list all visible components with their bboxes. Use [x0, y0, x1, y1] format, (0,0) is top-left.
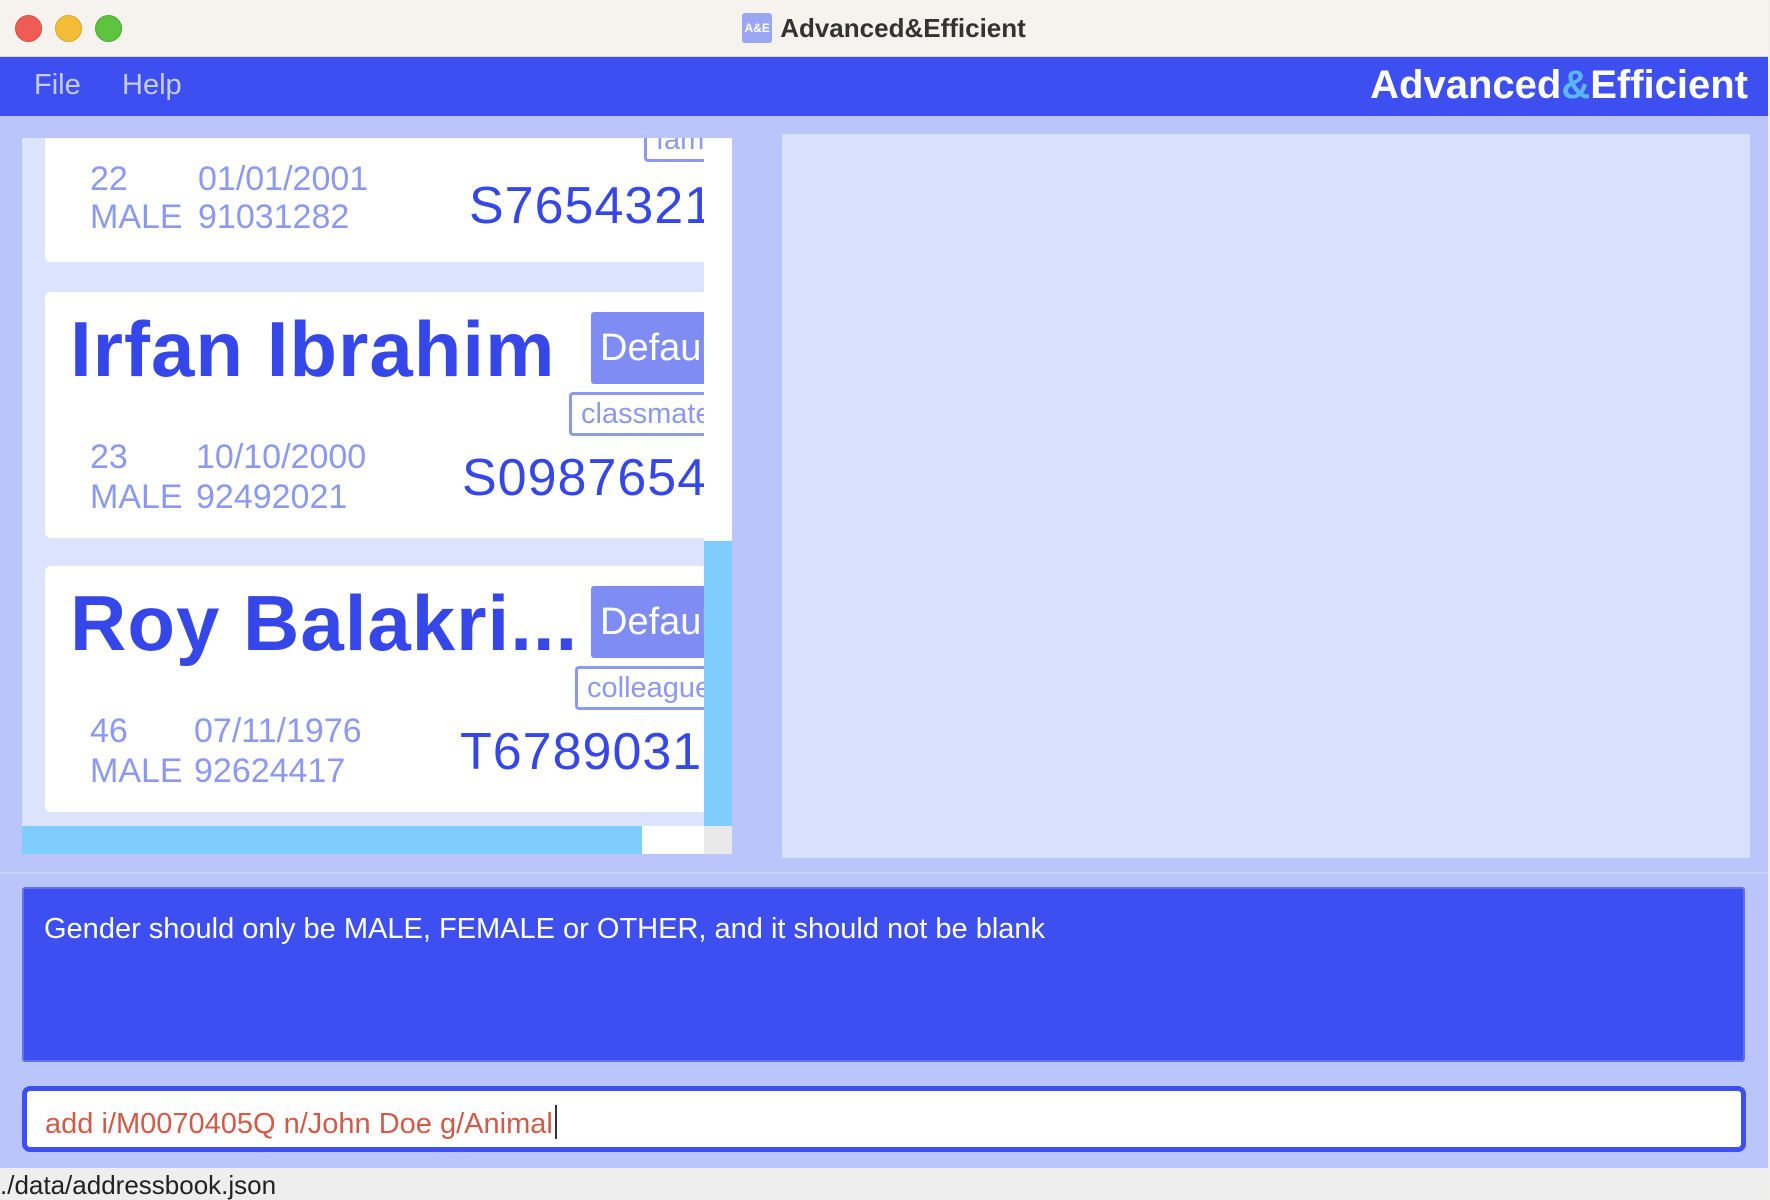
window-title: Advanced&Efficient — [780, 12, 1026, 43]
person-tag: colleague — [575, 666, 725, 710]
section-divider — [0, 872, 1768, 874]
brand-logo: Advanced&Efficient — [1370, 63, 1748, 108]
person-nric: S0987654E — [462, 449, 725, 507]
person-card[interactable]: Roy Balakri... Default colleague 46 MALE… — [45, 566, 725, 812]
person-card[interactable]: Irfan Ibrahim Default classmate 23 MALE … — [45, 292, 725, 538]
person-gender: MALE — [90, 198, 183, 236]
brand-part2: Efficient — [1590, 63, 1748, 107]
command-input-text[interactable]: add i/M0070405Q n/John Doe g/Animal — [45, 1105, 557, 1141]
detail-panel — [782, 134, 1750, 858]
person-dob: 01/01/2001 — [198, 160, 369, 198]
person-phone: 91031282 — [198, 198, 350, 236]
person-nric: T6789031Q — [460, 723, 725, 781]
person-dob: 10/10/2000 — [196, 438, 367, 476]
window-title-group: A&E Advanced&Efficient — [0, 10, 1768, 46]
command-value: add i/M0070405Q n/John Doe g/Animal — [45, 1108, 553, 1140]
person-age: 23 — [90, 438, 128, 476]
person-dob: 07/11/1976 — [194, 712, 362, 750]
app-icon: A&E — [742, 13, 773, 43]
brand-ampersand: & — [1561, 63, 1591, 107]
person-age: 22 — [90, 160, 128, 198]
menu-help[interactable]: Help — [122, 69, 182, 102]
person-name: Irfan Ibrahim — [70, 305, 556, 393]
title-bar: A&E Advanced&Efficient — [0, 0, 1768, 57]
person-name: Roy Balakri... — [70, 579, 579, 667]
person-gender: MALE — [90, 752, 183, 790]
person-phone: 92624417 — [194, 752, 346, 790]
app-window: A&E Advanced&Efficient File Help Advance… — [0, 0, 1768, 1200]
menu-file[interactable]: File — [34, 69, 81, 102]
person-nric: S7654321F — [469, 177, 725, 235]
result-message: Gender should only be MALE, FEMALE or OT… — [44, 913, 1046, 945]
status-bar: ./data/addressbook.json — [0, 1168, 1768, 1200]
person-card[interactable]: famil 22 MALE 01/01/2001 91031282 S76543… — [45, 138, 725, 262]
person-phone: 92492021 — [196, 478, 348, 516]
brand-part1: Advanced — [1370, 63, 1562, 107]
text-caret — [554, 1105, 557, 1139]
result-display: Gender should only be MALE, FEMALE or OT… — [22, 887, 1745, 1062]
person-gender: MALE — [90, 478, 183, 516]
person-list-panel[interactable]: famil 22 MALE 01/01/2001 91031282 S76543… — [22, 138, 732, 854]
horizontal-scrollbar-thumb[interactable] — [22, 826, 642, 854]
person-tag: classmate — [569, 392, 725, 436]
save-file-path: ./data/addressbook.json — [0, 1170, 277, 1200]
person-age: 46 — [90, 712, 128, 750]
scrollbar-corner — [704, 826, 732, 854]
menu-bar: File Help Advanced&Efficient — [0, 57, 1768, 116]
vertical-scrollbar-thumb[interactable] — [704, 541, 732, 828]
command-input[interactable]: add i/M0070405Q n/John Doe g/Animal — [22, 1086, 1746, 1152]
